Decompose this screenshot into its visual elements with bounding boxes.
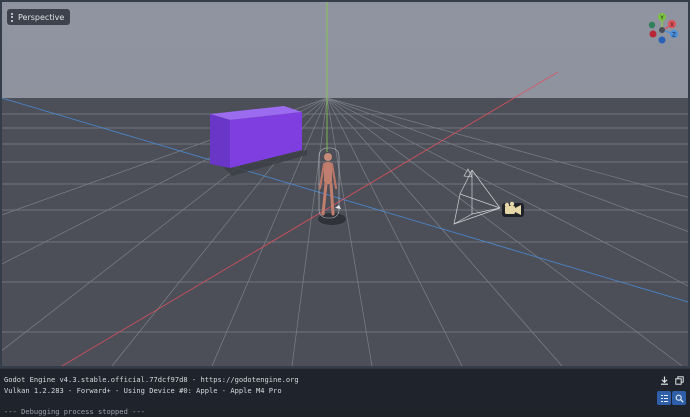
filter-messages-toggle[interactable] (657, 391, 671, 405)
perspective-menu-button[interactable]: Perspective (7, 9, 71, 25)
kebab-menu-icon (11, 12, 14, 22)
gizmo-x-label: X (670, 22, 674, 28)
output-panel: Godot Engine v4.3.stable.official.77dcf9… (0, 368, 690, 416)
orientation-gizmo[interactable]: Y X Z (640, 10, 684, 54)
copy-icon (674, 375, 684, 385)
search-toggle[interactable] (672, 391, 686, 405)
output-line: Godot Engine v4.3.stable.official.77dcf9… (4, 375, 299, 384)
download-icon (660, 376, 668, 385)
output-line-blank: ​ (4, 396, 299, 407)
filter-list-icon (660, 394, 668, 402)
gizmo-y-label: Y (659, 15, 664, 21)
output-log: Godot Engine v4.3.stable.official.77dcf9… (4, 375, 299, 417)
scene-view[interactable] (2, 2, 688, 366)
copy-button[interactable] (672, 373, 686, 387)
perspective-label: Perspective (18, 12, 65, 22)
gizmo-z-label: Z (672, 32, 676, 38)
search-icon (675, 394, 684, 403)
download-button[interactable] (657, 373, 671, 387)
output-toolbar (654, 369, 690, 412)
camera-icon[interactable] (502, 201, 524, 217)
3d-viewport[interactable]: Perspective Y X Z (0, 0, 690, 368)
output-line: Vulkan 1.2.283 - Forward+ - Using Device… (4, 385, 282, 395)
